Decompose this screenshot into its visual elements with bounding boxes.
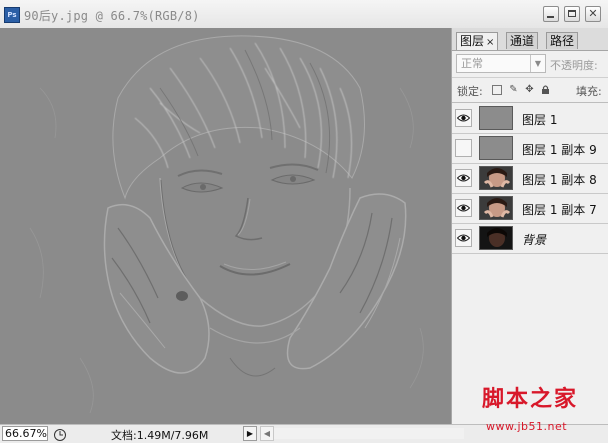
tab-channels[interactable]: 通道 bbox=[506, 32, 539, 49]
visibility-toggle[interactable] bbox=[455, 169, 472, 187]
blend-mode-select[interactable]: 正常 ▼ bbox=[456, 54, 546, 73]
layer-name: 图层 1 bbox=[522, 113, 558, 127]
document-title: 90后y.jpg @ 66.7%(RGB/8) bbox=[24, 9, 200, 23]
tab-channels-label: 通道 bbox=[510, 34, 535, 48]
tab-paths[interactable]: 路径 bbox=[546, 32, 579, 49]
layer-row[interactable]: 图层 1 副本 9 bbox=[452, 134, 608, 164]
visibility-toggle[interactable] bbox=[455, 139, 472, 157]
photoshop-app-icon: Ps bbox=[4, 7, 20, 23]
fill-label: 填充: bbox=[576, 85, 602, 98]
tab-layers-label: 图层 bbox=[460, 34, 485, 48]
watermark-logo: 脚本之家 bbox=[482, 386, 579, 412]
close-icon: ✕ bbox=[588, 7, 598, 20]
layer-row[interactable]: 图层 1 副本 7 bbox=[452, 194, 608, 224]
lock-icon[interactable] bbox=[540, 84, 551, 95]
layer-thumbnail bbox=[479, 166, 513, 190]
visibility-toggle[interactable] bbox=[455, 199, 472, 217]
lock-transparent-icon[interactable] bbox=[492, 85, 502, 95]
layer-row[interactable]: 图层 1 bbox=[452, 104, 608, 134]
tab-paths-label: 路径 bbox=[550, 34, 575, 48]
layer-thumbnail bbox=[479, 196, 513, 220]
layer-name: 背景 bbox=[522, 233, 547, 247]
visibility-toggle[interactable] bbox=[455, 229, 472, 247]
maximize-icon bbox=[568, 10, 576, 17]
close-button[interactable]: ✕ bbox=[585, 6, 601, 22]
brush-icon[interactable]: ✎ bbox=[508, 84, 519, 95]
layer-row[interactable]: 背景 bbox=[452, 224, 608, 254]
zoom-level-field[interactable]: 66.67% bbox=[2, 426, 48, 441]
visibility-toggle[interactable] bbox=[455, 109, 472, 127]
layer-thumbnail bbox=[479, 136, 513, 160]
panel-tabs: 图层 × 通道 路径 bbox=[452, 28, 608, 51]
layer-row[interactable]: 图层 1 副本 8 bbox=[452, 164, 608, 194]
chevron-down-icon[interactable]: ▼ bbox=[530, 55, 545, 72]
scroll-left-icon[interactable]: ◀ bbox=[260, 426, 274, 441]
layer-name: 图层 1 副本 9 bbox=[522, 143, 597, 157]
layer-name: 图层 1 副本 7 bbox=[522, 203, 597, 217]
lock-label: 锁定: bbox=[457, 85, 483, 98]
horizontal-scrollbar[interactable] bbox=[274, 428, 464, 439]
tab-layers[interactable]: 图层 × bbox=[456, 32, 499, 50]
opacity-label: 不透明度: bbox=[550, 59, 598, 72]
tab-close-icon[interactable]: × bbox=[486, 37, 494, 48]
layer-thumbnail bbox=[479, 226, 513, 250]
layers-panel: 图层 × 通道 路径 正常 ▼ 不透明度: 锁定: ✎ ✥ 填充: 图层 1 图… bbox=[451, 28, 608, 424]
layer-name: 图层 1 副本 8 bbox=[522, 173, 597, 187]
minimize-button[interactable] bbox=[543, 6, 559, 22]
minimize-icon bbox=[547, 16, 554, 18]
eye-icon bbox=[457, 234, 470, 242]
watermark-url: www.jb51.net bbox=[486, 420, 568, 433]
blend-options-row: 正常 ▼ 不透明度: bbox=[452, 51, 608, 78]
document-title-bar[interactable]: Ps 90后y.jpg @ 66.7%(RGB/8) ✕ bbox=[0, 0, 608, 29]
lock-row: 锁定: ✎ ✥ 填充: bbox=[452, 78, 608, 103]
doc-status-icon[interactable] bbox=[53, 427, 68, 441]
layer-thumbnail bbox=[479, 106, 513, 130]
photoshop-window: Ps 90后y.jpg @ 66.7%(RGB/8) ✕ 图层 × 通道 路径 … bbox=[0, 0, 608, 443]
embossed-portrait-image bbox=[0, 28, 451, 424]
maximize-button[interactable] bbox=[564, 6, 580, 22]
eye-icon bbox=[457, 114, 470, 122]
layer-list: 图层 1 图层 1 副本 9 图层 1 副本 8 图层 1 副本 7 背景 bbox=[452, 104, 608, 254]
blend-mode-value: 正常 bbox=[461, 57, 483, 70]
move-icon[interactable]: ✥ bbox=[524, 84, 535, 95]
eye-icon bbox=[457, 174, 470, 182]
status-bar: 66.67% 文档:1.49M/7.96M ▶ ◀ 脚本之家 www.jb51.… bbox=[0, 386, 608, 443]
status-menu-arrow-icon[interactable]: ▶ bbox=[243, 426, 257, 441]
image-canvas[interactable] bbox=[0, 28, 451, 424]
document-size-info: 文档:1.49M/7.96M bbox=[111, 429, 209, 442]
eye-icon bbox=[457, 204, 470, 212]
